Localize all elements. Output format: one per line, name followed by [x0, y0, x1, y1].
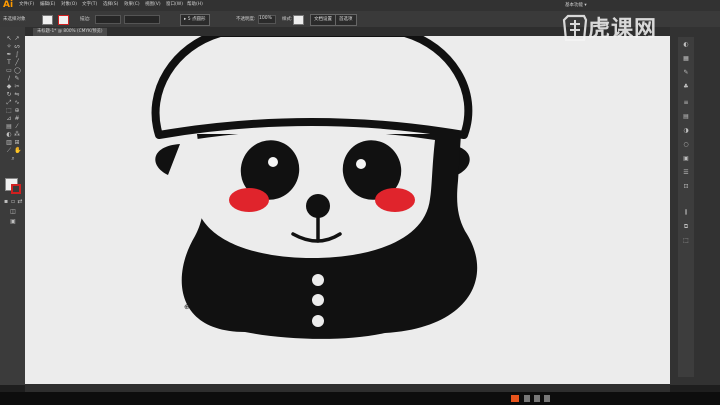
variable-width-field[interactable] [124, 15, 160, 24]
stroke-panel-icon[interactable]: ≡ [682, 99, 690, 106]
magic-wand-icon[interactable]: ✧ [6, 44, 12, 50]
stroke-color-swatch[interactable] [58, 15, 69, 25]
brushes-panel-icon[interactable]: ✎ [682, 69, 690, 76]
menu-type[interactable]: 文字(T) [82, 2, 97, 8]
swap-colors-icon[interactable]: ⇄ [17, 199, 23, 205]
free-transform-icon[interactable]: ⬚ [6, 108, 12, 114]
menu-select[interactable]: 选择(S) [103, 2, 118, 8]
menu-window[interactable]: 窗口(W) [166, 2, 183, 8]
direct-select-icon[interactable]: ↗ [14, 36, 20, 42]
stroke-swatch[interactable] [11, 184, 21, 194]
os-taskbar [0, 392, 720, 405]
eyedropper-icon[interactable]: ⁄ [14, 124, 20, 130]
pencil-icon[interactable]: ✎ [14, 76, 20, 82]
opacity-value: 100% [259, 16, 272, 21]
menu-view[interactable]: 视图(V) [145, 2, 161, 8]
selection-arrow-icon[interactable]: ↖ [6, 36, 12, 42]
reflect-icon[interactable]: ⇋ [14, 92, 20, 98]
selection-status: 未选择对象 [3, 17, 26, 22]
taskbar-app-icon-3[interactable] [534, 395, 540, 402]
scissors-icon[interactable]: ✂ [14, 84, 20, 90]
tools-panel: ↖ ↗ ✧ ᔕ ✒ ∫ T ╱ ▭ ◯ ∕ ✎ ◆ ✂ ↻ ⇋ ⤢ ∿ ⬚ ⊕ … [0, 27, 25, 385]
style-label: 样式: [282, 17, 293, 22]
graph-icon[interactable]: ▥ [6, 140, 12, 146]
right-cheek-blush [375, 188, 415, 212]
stroke-weight-field[interactable] [95, 15, 121, 24]
zoom-cursor-icon: ⊕ [184, 303, 190, 311]
menu-edit[interactable]: 编辑(E) [40, 2, 55, 8]
curvature-icon[interactable]: ∫ [14, 52, 20, 58]
stroke-label: 描边: [80, 17, 91, 22]
panel-dock: ◐ ▦ ✎ ♣ ≡ ▤ ◑ ○ ▣ ☰ ⊡ ⫼ ⧉ ⬚ [670, 27, 720, 385]
menu-help[interactable]: 帮助(H) [187, 2, 203, 8]
body-button-2 [312, 294, 324, 306]
document-tab[interactable]: 未标题-1* @ 800% (CMYK/预览) [33, 28, 107, 36]
brush-icon[interactable]: ∕ [6, 76, 12, 82]
zoom-icon[interactable]: ⌕ [10, 156, 16, 162]
graphic-style-swatch[interactable] [293, 15, 304, 25]
shape-builder-icon[interactable]: ⊕ [14, 108, 20, 114]
default-colors-icon[interactable]: ▪ [3, 199, 9, 205]
menu-object[interactable]: 对象(O) [61, 2, 77, 8]
rotate-icon[interactable]: ↻ [6, 92, 12, 98]
transparency-panel-icon[interactable]: ◑ [682, 127, 690, 134]
panda-left-ear [155, 144, 180, 175]
ellipse-icon[interactable]: ◯ [14, 68, 21, 74]
mesh-icon[interactable]: # [14, 116, 20, 122]
drawing-mode-icon[interactable]: ◫ [10, 209, 16, 215]
hand-icon[interactable]: ✋ [14, 148, 21, 154]
screen-mode-icon[interactable]: ▣ [10, 219, 16, 225]
document-setup-button[interactable]: 文档设置 [310, 14, 336, 26]
artboard-canvas[interactable] [25, 36, 670, 384]
menu-file[interactable]: 文件(F) [19, 2, 34, 8]
gradient-panel-icon[interactable]: ▤ [682, 113, 690, 120]
body-button-1 [312, 274, 324, 286]
panda-hat [151, 36, 473, 139]
swatches-panel-icon[interactable]: ▦ [682, 55, 690, 62]
eraser-icon[interactable]: ◆ [6, 84, 12, 90]
preferences-button[interactable]: 首选项 [335, 14, 357, 26]
menu-effect[interactable]: 效果(C) [124, 2, 140, 8]
status-bar [25, 384, 670, 392]
rectangle-icon[interactable]: ▭ [6, 68, 12, 74]
artboards-panel-icon[interactable]: ⊡ [682, 183, 690, 190]
blend-icon[interactable]: ◐ [6, 132, 12, 138]
right-eye-highlight [356, 159, 366, 169]
pen-icon[interactable]: ✒ [6, 52, 12, 58]
taskbar-app-icon[interactable] [511, 395, 519, 402]
align-panel-icon[interactable]: ⫼ [682, 209, 690, 216]
brush-definition-dropdown[interactable]: ▸ 5 点圆形 [180, 14, 210, 26]
left-eye-highlight [268, 157, 278, 167]
transform-panel-icon[interactable]: ⬚ [682, 237, 690, 244]
left-cheek-blush [229, 188, 269, 212]
taskbar-app-icon-4[interactable] [544, 395, 550, 402]
type-icon[interactable]: T [6, 60, 12, 66]
taskbar-app-icon-2[interactable] [524, 395, 530, 402]
pathfinder-panel-icon[interactable]: ⧉ [682, 223, 690, 230]
graphic-styles-panel-icon[interactable]: ▣ [682, 155, 690, 162]
artboard-icon[interactable]: ⊞ [14, 140, 20, 146]
panda-nose [306, 194, 330, 218]
appearance-panel-icon[interactable]: ○ [682, 141, 690, 148]
fill-color-swatch[interactable] [42, 15, 53, 25]
slice-icon[interactable]: ⟋ [6, 148, 12, 154]
symbols-panel-icon[interactable]: ♣ [682, 83, 690, 90]
none-color-icon[interactable]: ▫ [10, 199, 16, 205]
warp-icon[interactable]: ∿ [14, 100, 20, 106]
body-button-3 [312, 315, 324, 327]
app-logo: Ai [3, 0, 14, 10]
scale-icon[interactable]: ⤢ [6, 100, 12, 106]
gradient-icon[interactable]: ▤ [6, 124, 12, 130]
line-icon[interactable]: ╱ [14, 60, 20, 66]
perspective-icon[interactable]: ⊿ [6, 116, 12, 122]
panda-artwork [151, 36, 478, 339]
watermark-text: 虎课网 [588, 17, 658, 42]
lasso-icon[interactable]: ᔕ [14, 44, 20, 50]
workspace-switcher[interactable]: 基本功能 ▾ [565, 2, 587, 8]
opacity-label: 不透明度: [236, 17, 256, 22]
symbol-sprayer-icon[interactable]: ⁂ [14, 132, 20, 138]
layers-panel-icon[interactable]: ☰ [682, 169, 690, 176]
